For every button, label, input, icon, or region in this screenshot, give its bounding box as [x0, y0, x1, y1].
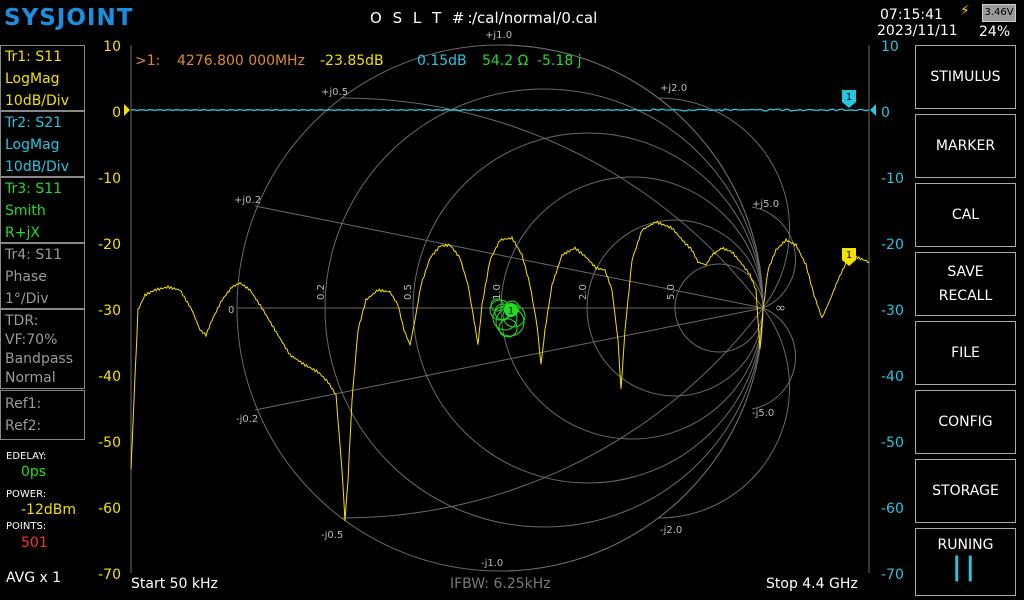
marker-button[interactable]: MARKER — [915, 114, 1016, 178]
tr3-marker: 1 — [504, 303, 518, 317]
stimulus-button[interactable]: STIMULUS — [915, 45, 1016, 109]
tr3-marker-label: 1 — [508, 306, 514, 317]
smith-label-p20: +j2.0 — [660, 83, 687, 94]
ifbw[interactable]: IFBW: 6.25kHz — [450, 576, 551, 592]
smith-label-p02: +j0.2 — [234, 195, 261, 206]
config-button[interactable]: CONFIG — [915, 390, 1016, 454]
marker-reactance: -5.18 j — [537, 53, 582, 69]
smith-label-p05: +j0.5 — [321, 87, 348, 98]
smith-label-r50: 5.0 — [666, 284, 677, 300]
tr1-ref-arrow-icon — [124, 104, 130, 116]
config-button-label: CONFIG — [938, 414, 992, 430]
run-status-label: RUNING — [938, 537, 994, 553]
smith-label-r20: 2.0 — [578, 284, 589, 300]
marker-s11-value: -23.85dB — [320, 53, 384, 69]
save-recall-button-label: SAVE RECALL — [939, 260, 993, 308]
stimulus-button-label: STIMULUS — [930, 69, 1000, 85]
smith-label-r05: 0.5 — [403, 284, 414, 300]
storage-button-label: STORAGE — [932, 483, 999, 499]
tr1-marker-label: 1 — [846, 250, 852, 261]
smith-label-m05: -j0.5 — [321, 530, 343, 541]
tr2-marker-label: 1 — [846, 92, 852, 103]
smith-label-r10: 1.0 — [492, 284, 503, 300]
smith-label-p50: +j5.0 — [752, 199, 779, 210]
smith-label-rinf: ∞ — [775, 301, 786, 316]
file-button[interactable]: FILE — [915, 321, 1016, 385]
tr2-marker: 1 — [842, 90, 856, 108]
stop-frequency[interactable]: Stop 4.4 GHz — [766, 576, 858, 592]
save-recall-button[interactable]: SAVE RECALL — [915, 252, 1016, 316]
smith-x05-arc-bottom — [342, 308, 763, 518]
marker-prefix: >1: — [135, 53, 160, 69]
trace-2-line — [131, 109, 869, 111]
trace-3-loop — [499, 319, 517, 337]
tr2-ref-arrow-icon — [870, 104, 876, 116]
marker-frequency: 4276.800 000MHz — [177, 53, 305, 69]
file-button-label: FILE — [951, 345, 980, 361]
smith-label-r02: 0.2 — [316, 284, 327, 300]
tr1-marker: 1 — [842, 248, 856, 266]
smith-x05-arc-top — [342, 98, 763, 308]
smith-label-top: +j1.0 — [485, 30, 512, 41]
cal-button[interactable]: CAL — [915, 183, 1016, 247]
cal-button-label: CAL — [952, 207, 979, 223]
smith-label-r0: 0 — [228, 305, 234, 316]
smith-label-m50: -j5.0 — [752, 408, 774, 419]
run-pause-button[interactable]: RUNING || — [915, 528, 1016, 596]
smith-label-m02: -j0.2 — [236, 414, 258, 425]
marker-resistance: 54.2 Ω — [482, 53, 529, 69]
marker-button-label: MARKER — [936, 138, 995, 154]
plot-area[interactable]: +j1.0 -j1.0 +j0.5 +j0.2 +j2.0 +j5.0 -j0.5 -j0.2… — [0, 0, 1024, 600]
smith-label-bottom: -j1.0 — [481, 558, 503, 569]
smith-label-m20: -j2.0 — [660, 525, 682, 536]
start-frequency[interactable]: Start 50 kHz — [131, 576, 218, 592]
storage-button[interactable]: STORAGE — [915, 459, 1016, 523]
marker-s21-value: 0.15dB — [417, 53, 467, 69]
pause-icon: || — [952, 553, 979, 581]
